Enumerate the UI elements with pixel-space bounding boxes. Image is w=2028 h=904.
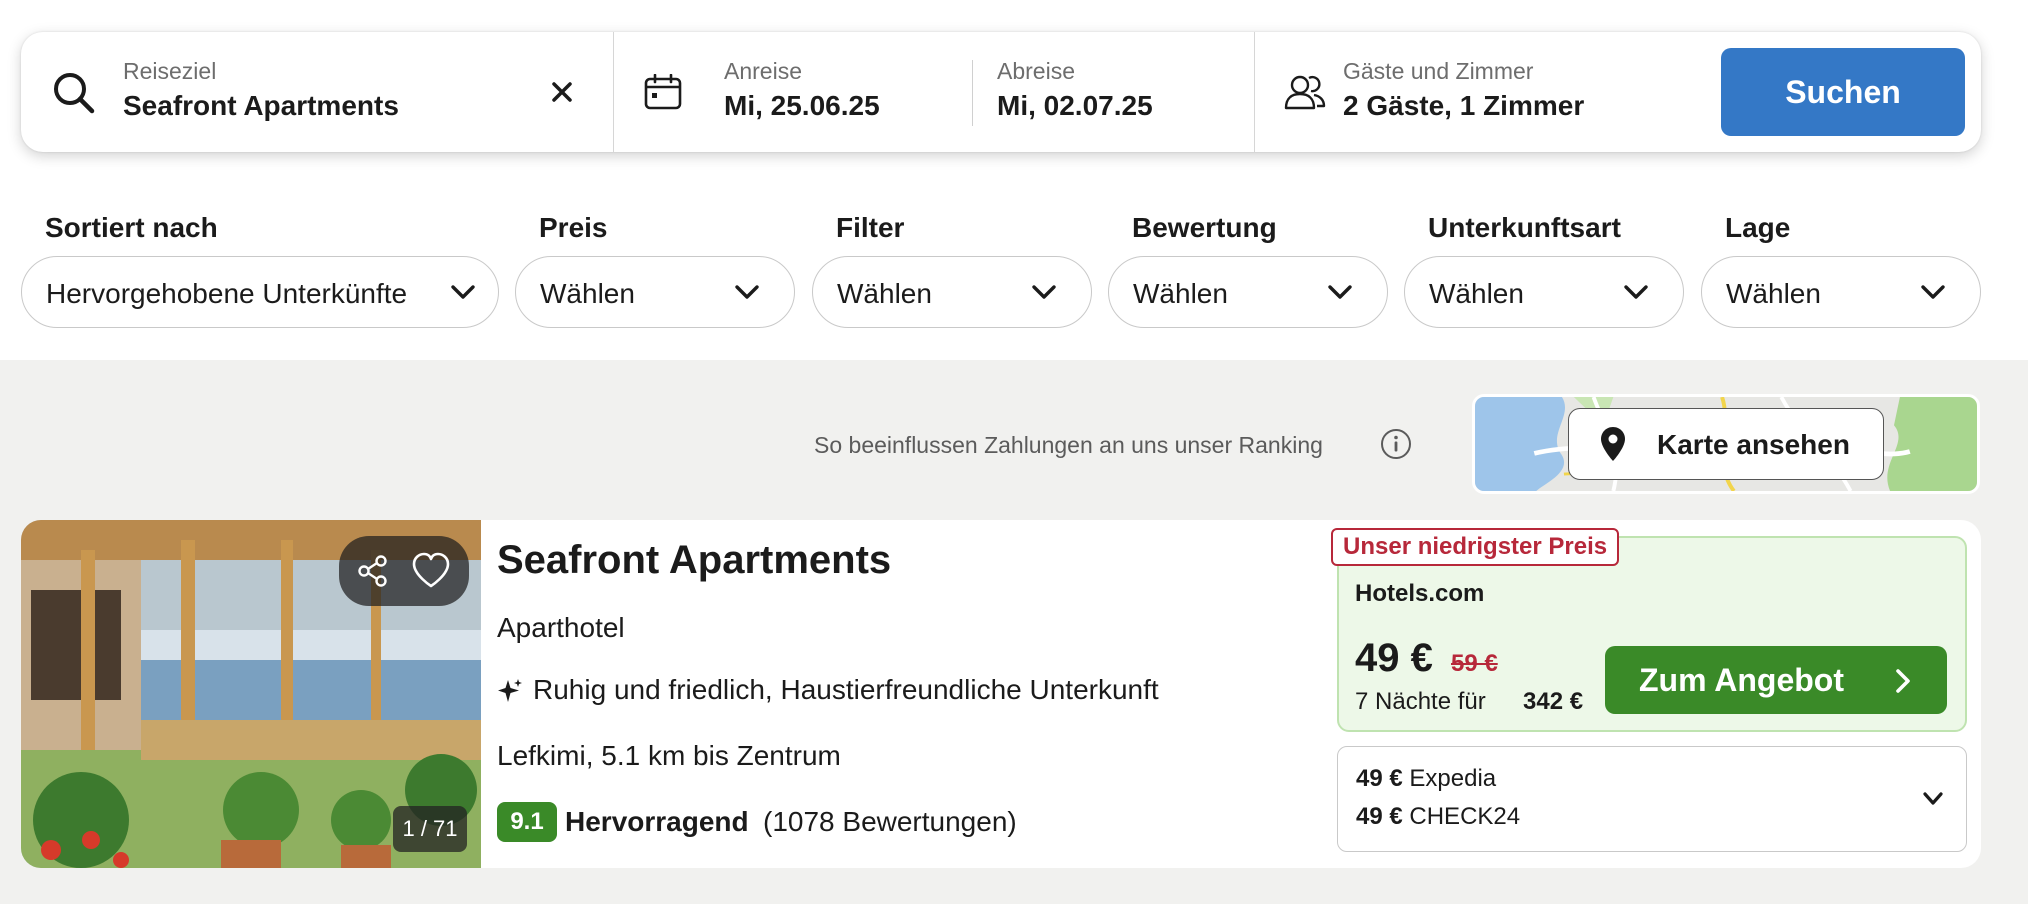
deal-provider: Hotels.com xyxy=(1355,580,1485,607)
photo-actions xyxy=(339,536,469,606)
hotel-location: Lefkimi, 5.1 km bis Zentrum xyxy=(497,740,841,771)
view-offer-button[interactable]: Zum Angebot xyxy=(1605,646,1947,714)
chevron-down-icon xyxy=(1328,285,1352,299)
destination-label: Reiseziel xyxy=(123,58,217,84)
checkin-value[interactable]: Mi, 25.06.25 xyxy=(724,90,880,122)
close-icon[interactable] xyxy=(546,76,578,108)
other-offer-row: 49 € Expedia xyxy=(1356,765,1496,793)
property-type-select[interactable]: Wählen xyxy=(1404,256,1684,328)
chevron-down-icon xyxy=(1923,792,1943,805)
filter-select-value: Wählen xyxy=(837,278,932,309)
price-select[interactable]: Wählen xyxy=(515,256,795,328)
chevron-right-icon xyxy=(1896,669,1910,693)
calendar-icon xyxy=(644,74,682,110)
property-type-select-value: Wählen xyxy=(1429,278,1524,309)
chevron-down-icon xyxy=(1032,285,1056,299)
sort-select-value: Hervorgehobene Unterkünfte xyxy=(46,278,408,309)
sort-select[interactable]: Hervorgehobene Unterkünfte xyxy=(21,256,499,328)
deal-nights-text: 7 Nächte für xyxy=(1355,688,1486,715)
rating-select[interactable]: Wählen xyxy=(1108,256,1388,328)
rating-select-value: Wählen xyxy=(1133,278,1228,309)
view-map-label: Karte ansehen xyxy=(1657,429,1850,460)
filter-general-label: Filter xyxy=(836,212,905,243)
hotel-features: Ruhig und friedlich, Haustierfreundliche… xyxy=(533,674,1159,705)
filter-sort-label: Sortiert nach xyxy=(45,212,218,243)
chevron-down-icon xyxy=(451,285,475,299)
sparkle-icon xyxy=(498,679,522,702)
deal-total-price: 342 € xyxy=(1523,688,1584,715)
info-icon[interactable] xyxy=(1380,428,1412,460)
checkout-value[interactable]: Mi, 02.07.25 xyxy=(997,90,1153,122)
review-count[interactable]: (1078 Bewertungen) xyxy=(763,806,1017,838)
users-icon xyxy=(1284,75,1326,110)
hotel-name[interactable]: Seafront Apartments xyxy=(497,538,891,583)
date-field: Anreise Mi, 25.06.25 Abreise Mi, 02.07.2… xyxy=(614,32,1255,152)
top-section: Reiseziel Seafront Apartments Anreise Mi… xyxy=(0,0,2028,360)
checkout-label: Abreise xyxy=(997,58,1075,84)
other-offer-price: 49 € xyxy=(1356,765,1403,792)
results-area: So beeinflussen Zahlungen an uns unser R… xyxy=(0,360,2028,904)
lowest-price-badge: Unser niedrigster Preis xyxy=(1331,528,1620,566)
destination-field[interactable]: Reiseziel Seafront Apartments xyxy=(21,32,614,152)
view-offer-label: Zum Angebot xyxy=(1639,662,1844,698)
other-offer-provider: Expedia xyxy=(1409,765,1497,792)
filter-property-type-label: Unterkunftsart xyxy=(1428,212,1621,243)
filter-select[interactable]: Wählen xyxy=(812,256,1092,328)
filter-location-label: Lage xyxy=(1725,212,1791,243)
chevron-down-icon xyxy=(1921,285,1945,299)
destination-value[interactable]: Seafront Apartments xyxy=(123,90,399,122)
deal-price: 49 € xyxy=(1355,636,1433,680)
other-offer-row: 49 € CHECK24 xyxy=(1356,803,1520,831)
filter-price-label: Preis xyxy=(539,212,608,243)
chevron-down-icon xyxy=(1624,285,1648,299)
location-select[interactable]: Wählen xyxy=(1701,256,1981,328)
hotel-type: Aparthotel xyxy=(497,612,625,643)
guests-field[interactable]: Gäste und Zimmer 2 Gäste, 1 Zimmer Suche… xyxy=(1255,32,1981,152)
price-select-value: Wählen xyxy=(540,278,635,309)
ranking-note[interactable]: So beeinflussen Zahlungen an uns unser R… xyxy=(814,432,1323,459)
other-offer-provider: CHECK24 xyxy=(1409,803,1521,830)
search-bar: Reiseziel Seafront Apartments Anreise Mi… xyxy=(21,32,1981,152)
share-icon[interactable] xyxy=(357,554,389,588)
rating-score-badge: 9.1 xyxy=(497,802,557,842)
filter-rating-label: Bewertung xyxy=(1132,212,1277,243)
photo-counter: 1 / 71 xyxy=(393,806,467,852)
other-offers-dropdown[interactable]: 49 € Expedia 49 € CHECK24 xyxy=(1337,746,1967,852)
guests-label: Gäste und Zimmer xyxy=(1343,58,1534,84)
search-icon xyxy=(54,73,95,114)
checkin-label: Anreise xyxy=(724,58,802,84)
chevron-down-icon xyxy=(735,285,759,299)
other-offer-price: 49 € xyxy=(1356,803,1403,830)
search-button[interactable]: Suchen xyxy=(1721,48,1965,136)
heart-icon[interactable] xyxy=(411,552,451,590)
deal-old-price: 59 € xyxy=(1451,650,1498,677)
hotel-card: 1 / 71 Seafront Apartments Aparthotel Ru… xyxy=(21,520,1981,868)
location-select-value: Wählen xyxy=(1726,278,1821,309)
view-map-button[interactable]: Karte ansehen xyxy=(1568,408,1884,480)
map-pin-icon xyxy=(1601,427,1625,461)
date-divider xyxy=(972,60,973,126)
rating-word: Hervorragend xyxy=(565,806,749,837)
guests-value[interactable]: 2 Gäste, 1 Zimmer xyxy=(1343,90,1584,122)
